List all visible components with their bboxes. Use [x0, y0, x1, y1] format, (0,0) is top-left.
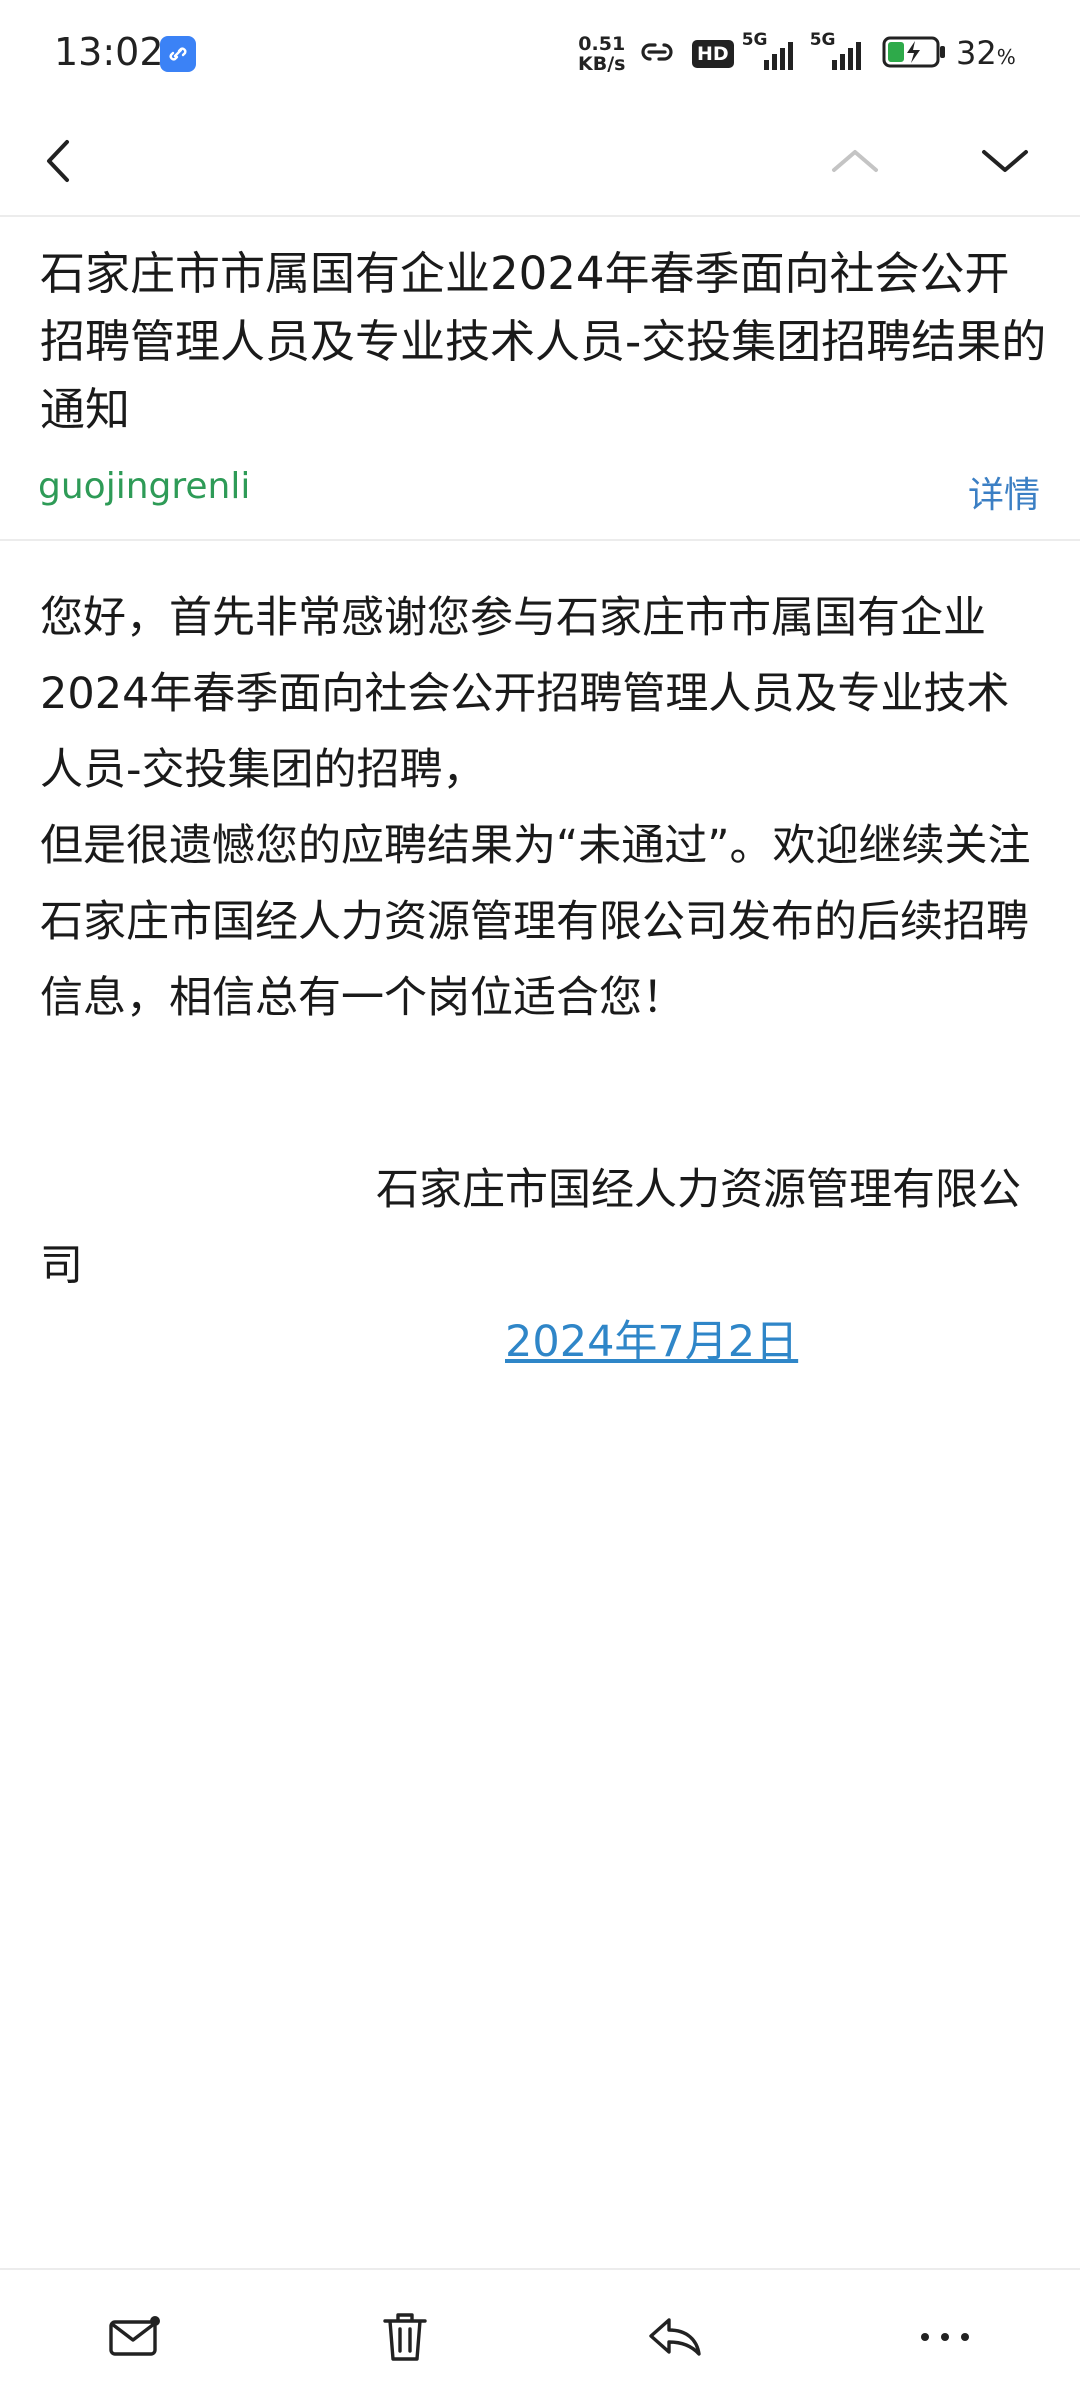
bottom-toolbar: [0, 2268, 1080, 2402]
hd-icon: HD: [692, 40, 734, 68]
next-mail-button[interactable]: [970, 128, 1040, 198]
network-speed-value: 0.51: [578, 33, 626, 55]
mail-body-paragraph: 但是很遗憾您的应聘结果为“未通过”。欢迎继续关注石家庄市国经人力资源管理有限公司…: [40, 821, 1031, 1023]
hd-label: HD: [697, 43, 729, 65]
delete-button[interactable]: [370, 2304, 440, 2374]
mail-signature: 石家庄市国经人力资源管理有限公司: [40, 1165, 1021, 1291]
mail-sender[interactable]: guojingrenli: [38, 466, 250, 507]
battery-percent-unit: %: [996, 45, 1016, 69]
app-notification-icon: [160, 36, 196, 72]
status-time: 13:02: [54, 30, 164, 74]
back-button[interactable]: [24, 128, 94, 198]
network-speed: 0.51 KB/s: [578, 34, 625, 74]
mail-button[interactable]: [100, 2304, 170, 2374]
previous-mail-button[interactable]: [820, 128, 890, 198]
more-button[interactable]: [910, 2304, 980, 2374]
status-bar: 13:02 0.51 KB/s HD 5G 5G 32%: [0, 0, 1080, 108]
mail-date-link[interactable]: 2024年7月2日: [505, 1304, 798, 1380]
reply-icon: [645, 2312, 705, 2366]
network-speed-unit: KB/s: [578, 53, 626, 75]
link-icon: [636, 37, 678, 71]
mail-body: 您好，首先非常感谢您参与石家庄市市属国有企业2024年春季面向社会公开招聘管理人…: [40, 580, 1050, 1036]
more-icon: [917, 2327, 973, 2351]
mail-body-paragraph: 您好，首先非常感谢您参与石家庄市市属国有企业2024年春季面向社会公开招聘管理人…: [40, 593, 1010, 795]
divider: [0, 539, 1080, 541]
battery-charging-icon: [882, 34, 948, 74]
signal-icon: 5G: [742, 30, 802, 74]
details-link[interactable]: 详情: [968, 466, 1040, 518]
back-arrow-icon: [39, 136, 79, 190]
status-icons: HD 5G 5G: [636, 30, 948, 74]
mail-subject: 石家庄市市属国有企业2024年春季面向社会公开招聘管理人员及专业技术人员-交投集…: [40, 247, 1047, 436]
battery-percent-value: 32: [956, 34, 997, 72]
previous-mail-icon: [830, 146, 880, 180]
delete-icon: [380, 2309, 430, 2369]
mail-icon: [105, 2312, 165, 2366]
battery-percent: 32%: [956, 34, 1016, 72]
next-mail-icon: [980, 146, 1030, 180]
signal-icon: 5G: [810, 30, 872, 74]
mail-nav-bar: [0, 108, 1080, 216]
reply-button[interactable]: [640, 2304, 710, 2374]
divider: [0, 215, 1080, 217]
